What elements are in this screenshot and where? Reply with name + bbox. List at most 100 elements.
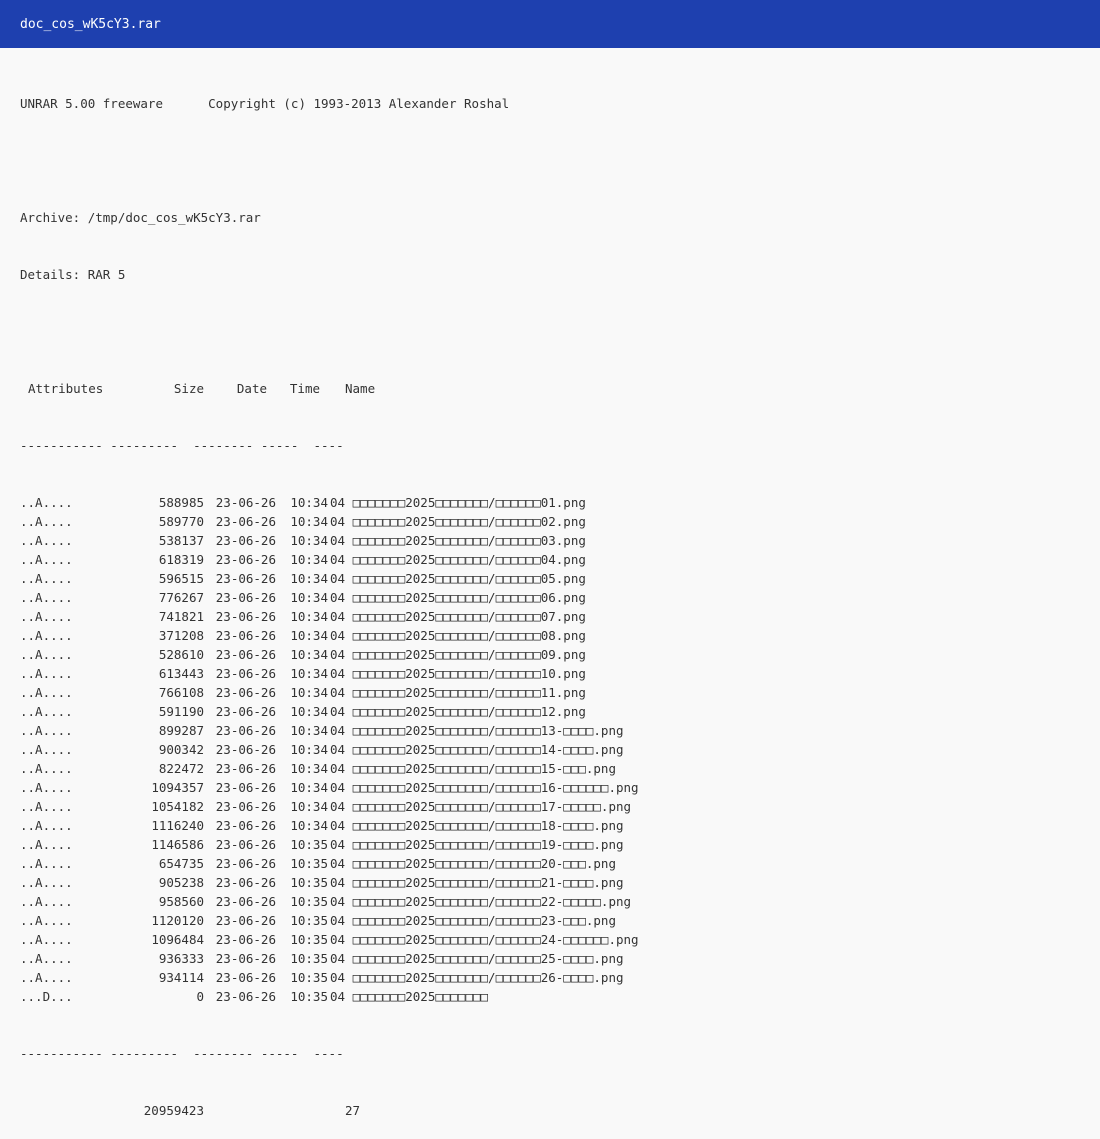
file-name: 04 □□□□□□□2025□□□□□□□/□□□□□□10.png [330,666,586,681]
file-row: ..A.... 596515 23-06-26 10:34 04 □□□□□□□2025… [20,569,1080,588]
file-size: 0 [196,989,204,1004]
file-time: 10:34 [290,780,328,795]
file-attributes: ..A.... [20,837,73,852]
file-row: ..A.... 905238 23-06-26 10:35 04 □□□□□□□2025… [20,873,1080,892]
file-name: 04 □□□□□□□2025□□□□□□□/□□□□□□25-□□□□.png [330,951,624,966]
file-name: 04 □□□□□□□2025□□□□□□□/□□□□□□11.png [330,685,586,700]
file-time: 10:35 [290,875,328,890]
file-date: 23-06-26 [215,571,276,586]
file-row: ..A.... 900342 23-06-26 10:34 04 □□□□□□□2025… [20,740,1080,759]
file-attributes: ..A.... [20,799,73,814]
file-attributes: ..A.... [20,856,73,871]
file-name: 04 □□□□□□□2025□□□□□□□/□□□□□□26-□□□□.png [330,970,624,985]
file-date: 23-06-26 [215,647,276,662]
file-size: 766108 [158,685,204,700]
file-row: ..A.... 613443 23-06-26 10:34 04 □□□□□□□2025… [20,664,1080,683]
file-date: 23-06-26 [215,818,276,833]
file-name: 04 □□□□□□□2025□□□□□□□/□□□□□□02.png [330,514,586,529]
file-time: 10:34 [290,742,328,757]
file-date: 23-06-26 [215,894,276,909]
file-row: ..A.... 766108 23-06-26 10:34 04 □□□□□□□2025… [20,683,1080,702]
file-name: 04 □□□□□□□2025□□□□□□□/□□□□□□01.png [330,495,586,510]
file-size: 1054182 [151,799,204,814]
file-attributes: ..A.... [20,913,73,928]
file-name: 04 □□□□□□□2025□□□□□□□/□□□□□□07.png [330,609,586,624]
file-name: 04 □□□□□□□2025□□□□□□□/□□□□□□21-□□□□.png [330,875,624,890]
file-name: 04 □□□□□□□2025□□□□□□□/□□□□□□13-□□□□.png [330,723,624,738]
file-time: 10:34 [290,628,328,643]
file-size: 654735 [158,856,204,871]
file-attributes: ..A.... [20,571,73,586]
file-name: 04 □□□□□□□2025□□□□□□□/□□□□□□22-□□□□□.png [330,894,632,909]
file-attributes: ..A.... [20,932,73,947]
file-time: 10:34 [290,647,328,662]
file-name: 04 □□□□□□□2025□□□□□□□/□□□□□□14-□□□□.png [330,742,624,757]
file-size: 905238 [158,875,204,890]
file-size: 596515 [158,571,204,586]
file-date: 23-06-26 [215,837,276,852]
file-row: ..A.... 588985 23-06-26 10:34 04 □□□□□□□2025… [20,493,1080,512]
file-time: 10:34 [290,571,328,586]
archive-path-line: Archive: /tmp/doc_cos_wK5cY3.rar [20,210,261,225]
file-time: 10:34 [290,666,328,681]
file-size: 588985 [158,495,204,510]
file-size: 538137 [158,533,204,548]
file-time: 10:35 [290,913,328,928]
file-date: 23-06-26 [215,628,276,643]
total-size: 20959423 [143,1103,204,1118]
file-time: 10:34 [290,704,328,719]
file-attributes: ..A.... [20,742,73,757]
file-time: 10:34 [290,590,328,605]
file-name: 04 □□□□□□□2025□□□□□□□/□□□□□□18-□□□□.png [330,818,624,833]
file-row: ..A.... 936333 23-06-26 10:35 04 □□□□□□□2025… [20,949,1080,968]
file-row: ..A.... 371208 23-06-26 10:34 04 □□□□□□□2025… [20,626,1080,645]
file-date: 23-06-26 [215,666,276,681]
file-size: 1094357 [151,780,204,795]
file-date: 23-06-26 [215,799,276,814]
file-name: 04 □□□□□□□2025□□□□□□□/□□□□□□15-□□□.png [330,761,616,776]
file-attributes: ...D... [20,989,73,1004]
file-attributes: ..A.... [20,970,73,985]
separator-line: ----------- --------- -------- ----- ---… [20,438,344,453]
file-attributes: ..A.... [20,495,73,510]
file-size: 899287 [158,723,204,738]
file-row: ..A.... 899287 23-06-26 10:34 04 □□□□□□□2025… [20,721,1080,740]
file-date: 23-06-26 [215,533,276,548]
file-row: ..A.... 1116240 23-06-26 10:34 04 □□□□□□□202… [20,816,1080,835]
file-size: 958560 [158,894,204,909]
file-size: 1116240 [151,818,204,833]
file-row: ..A.... 528610 23-06-26 10:34 04 □□□□□□□2025… [20,645,1080,664]
file-name: 04 □□□□□□□2025□□□□□□□/□□□□□□23-□□□.png [330,913,616,928]
file-date: 23-06-26 [215,856,276,871]
file-time: 10:35 [290,970,328,985]
file-name: 04 □□□□□□□2025□□□□□□□/□□□□□□12.png [330,704,586,719]
total-count: 27 [345,1103,361,1118]
file-time: 10:34 [290,723,328,738]
header-name: Name [345,381,376,396]
file-name: 04 □□□□□□□2025□□□□□□□/□□□□□□09.png [330,647,586,662]
file-row: ..A.... 591190 23-06-26 10:34 04 □□□□□□□2025… [20,702,1080,721]
header-size: Size [173,381,204,396]
file-size: 613443 [158,666,204,681]
details-line: Details: RAR 5 [20,267,126,282]
file-time: 10:34 [290,514,328,529]
file-row: ..A.... 934114 23-06-26 10:35 04 □□□□□□□2025… [20,968,1080,987]
file-date: 23-06-26 [215,685,276,700]
file-row: ..A.... 538137 23-06-26 10:34 04 □□□□□□□2025… [20,531,1080,550]
file-name: 04 □□□□□□□2025□□□□□□□/□□□□□□24-□□□□□□.pn… [330,932,639,947]
file-time: 10:34 [290,799,328,814]
file-row: ..A.... 741821 23-06-26 10:34 04 □□□□□□□2025… [20,607,1080,626]
file-date: 23-06-26 [215,590,276,605]
file-time: 10:34 [290,552,328,567]
file-attributes: ..A.... [20,761,73,776]
file-date: 23-06-26 [215,761,276,776]
file-size: 900342 [158,742,204,757]
file-date: 23-06-26 [215,704,276,719]
file-time: 10:34 [290,761,328,776]
file-attributes: ..A.... [20,723,73,738]
file-attributes: ..A.... [20,780,73,795]
file-size: 618319 [158,552,204,567]
file-size: 1120120 [151,913,204,928]
window-titlebar: doc_cos_wK5cY3.rar [0,0,1100,48]
